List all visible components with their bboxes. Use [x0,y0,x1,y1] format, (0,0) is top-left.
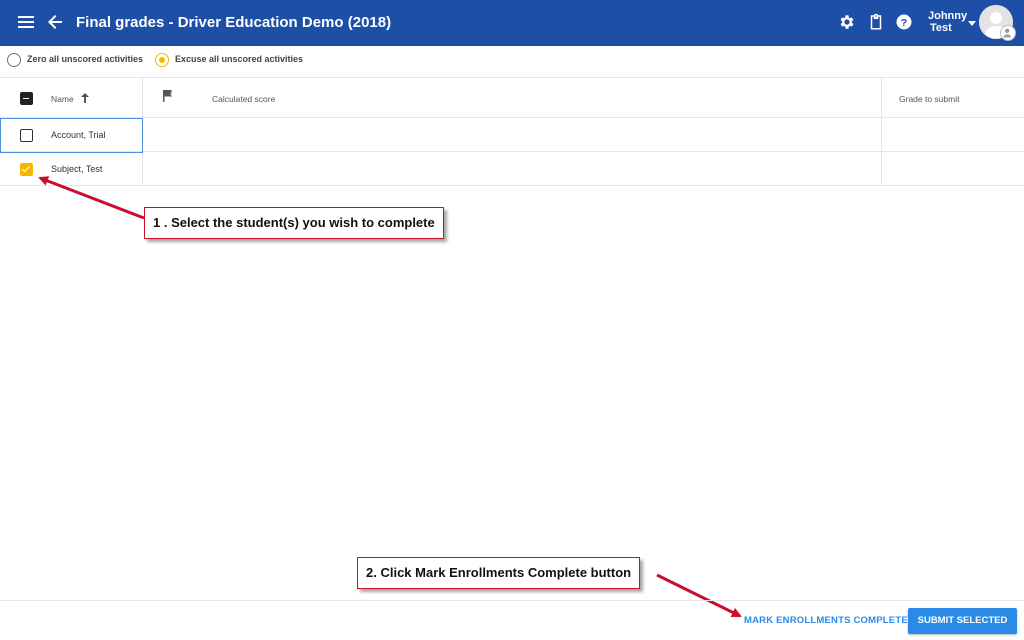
column-header-calculated-score[interactable]: Calculated score [212,94,275,104]
table-row[interactable]: Subject, Test [0,152,1024,186]
table-row[interactable]: Account, Trial [0,118,1024,152]
menu-icon[interactable] [18,15,34,29]
row-checkbox[interactable] [20,163,33,176]
svg-text:?: ? [901,17,907,29]
help-icon[interactable]: ? [895,13,913,31]
student-name: Subject, Test [51,164,103,174]
select-all-checkbox[interactable] [20,92,33,105]
annotation-step-2: 2. Click Mark Enrollments Complete butto… [357,557,641,589]
footer-bar: MARK ENROLLMENTS COMPLETE SUBMIT SELECTE… [0,600,1024,640]
zero-unscored-radio[interactable] [7,53,21,67]
chevron-down-icon[interactable] [968,21,976,26]
focused-cell [0,118,143,153]
zero-unscored-label[interactable]: Zero all unscored activities [27,54,143,64]
page-title: Final grades - Driver Education Demo (20… [76,14,392,31]
column-header-name[interactable]: Name [51,94,74,104]
user-name[interactable]: Johnny Test [928,10,967,34]
table-header: Name Calculated score Grade to submit [0,78,1024,118]
excuse-unscored-radio[interactable] [155,53,169,67]
user-last-name: Test [930,22,952,34]
column-header-grade-to-submit[interactable]: Grade to submit [899,94,959,104]
sort-ascending-icon[interactable] [80,92,90,104]
annotation-step-1: 1 . Select the student(s) you wish to co… [144,207,444,239]
mark-enrollments-complete-button[interactable]: MARK ENROLLMENTS COMPLETE [744,615,908,626]
submit-selected-button[interactable]: SUBMIT SELECTED [908,608,1017,634]
clipboard-icon[interactable] [867,13,885,31]
flag-icon[interactable] [162,89,175,103]
account-badge-icon [1000,25,1016,41]
unscored-options: Zero all unscored activities Excuse all … [0,46,1024,78]
gear-icon[interactable] [838,13,856,31]
user-first-name: Johnny [928,10,968,22]
app-bar: Final grades - Driver Education Demo (20… [0,0,1024,46]
back-arrow-icon[interactable] [46,13,64,31]
excuse-unscored-label[interactable]: Excuse all unscored activities [175,54,303,64]
